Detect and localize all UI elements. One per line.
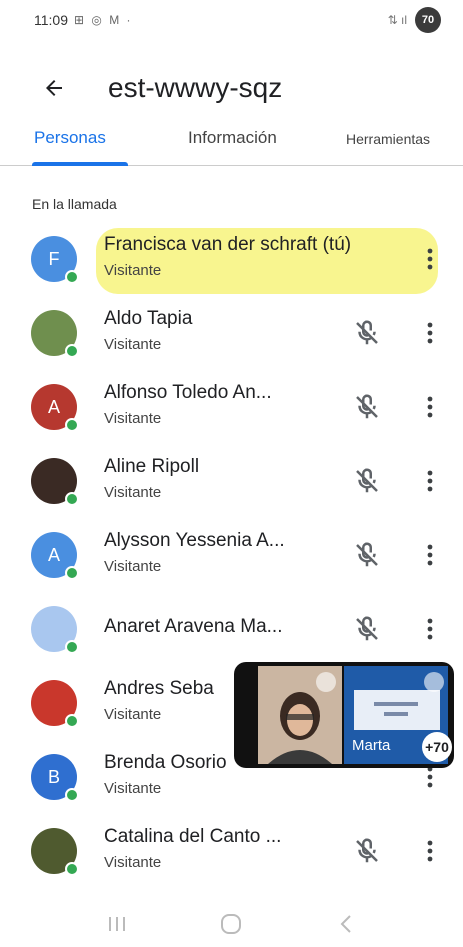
self-video-tile[interactable]: Tú <box>258 666 342 764</box>
participant-role: Visitante <box>104 706 162 723</box>
participant-row[interactable]: Catalina del Canto ... Visitante <box>0 814 463 888</box>
participant-role: Visitante <box>104 484 162 501</box>
participant-name: Andres Seba <box>104 678 214 699</box>
participant-name: Anaret Aravena Ma... <box>104 616 283 637</box>
arrow-left-icon <box>46 80 62 96</box>
mic-off-icon[interactable] <box>352 540 382 570</box>
meeting-code-title: est-wwwy-sqz <box>108 72 283 103</box>
participant-avatar: F <box>31 236 79 284</box>
participant-avatar <box>31 458 79 506</box>
participant-name: Aline Ripoll <box>104 456 200 477</box>
participant-avatar: A <box>31 384 79 432</box>
participant-role: Visitante <box>104 336 162 353</box>
recent-apps-button[interactable] <box>97 909 137 939</box>
picture-in-picture[interactable]: Tú Marta +70 <box>234 662 454 768</box>
participant-name: Catalina del Canto ... <box>104 826 282 847</box>
participant-role: Visitante <box>104 854 162 871</box>
online-status-dot <box>65 344 79 358</box>
participant-avatar <box>31 828 79 876</box>
participant-info: Catalina del Canto ... Visitante <box>104 826 281 871</box>
participant-row[interactable]: A Alfonso Toledo An... Visitante <box>0 370 463 444</box>
participant-row[interactable]: A Alysson Yessenia A... Visitante <box>0 518 463 592</box>
tab-bar: Personas Información Herramientas <box>0 118 463 166</box>
mic-off-icon <box>424 672 444 692</box>
participant-row[interactable]: Anaret Aravena Ma... <box>0 592 463 666</box>
avatar-initial: B <box>47 766 60 787</box>
avatar-initial: F <box>48 248 60 269</box>
home-icon <box>221 913 242 934</box>
participant-info: Anaret Aravena Ma... <box>104 616 283 638</box>
participant-info: Alysson Yessenia A... Visitante <box>104 530 285 575</box>
section-label: En la llamada <box>32 196 117 212</box>
more-vert-icon[interactable] <box>420 318 440 348</box>
online-status-dot <box>65 714 79 728</box>
participant-name: Francisca van der schraft (tú) <box>104 234 352 255</box>
recent-apps-icon <box>109 916 126 931</box>
system-nav-bar <box>0 900 463 947</box>
signal-icon: ⇅ ıl <box>387 13 407 27</box>
online-status-dot <box>65 566 79 580</box>
mic-off-icon[interactable] <box>352 318 382 348</box>
participant-info: Francisca van der schraft (tú) Visitante <box>104 234 351 279</box>
more-vert-icon[interactable] <box>420 614 440 644</box>
participant-avatar <box>31 680 79 728</box>
avatar-initial: A <box>47 396 60 417</box>
participant-avatar: B <box>31 754 79 802</box>
more-vert-icon[interactable] <box>420 392 440 422</box>
participant-info: Brenda Osorio Visitante <box>104 752 227 797</box>
participant-avatar: A <box>31 532 79 580</box>
mic-off-icon[interactable] <box>352 392 382 422</box>
more-vert-icon[interactable] <box>420 244 440 274</box>
tab-herramientas[interactable]: Herramientas <box>346 131 430 147</box>
participant-info: Aldo Tapia Visitante <box>104 308 192 353</box>
more-vert-icon[interactable] <box>420 836 440 866</box>
participant-role: Visitante <box>104 262 162 279</box>
participant-avatar <box>31 310 79 358</box>
participant-info: Alfonso Toledo An... Visitante <box>104 382 272 427</box>
participant-info: Andres Seba Visitante <box>104 678 214 723</box>
participant-row[interactable]: Aline Ripoll Visitante <box>0 444 463 518</box>
app-bar: est-wwwy-sqz <box>0 58 463 118</box>
online-status-dot <box>65 418 79 432</box>
online-status-dot <box>65 640 79 654</box>
participant-row[interactable]: F Francisca van der schraft (tú) Visitante <box>0 222 463 296</box>
participant-name: Aldo Tapia <box>104 308 193 329</box>
mic-off-icon[interactable] <box>352 836 382 866</box>
back-nav-button[interactable] <box>326 909 366 939</box>
participant-avatar <box>31 606 79 654</box>
participant-name: Brenda Osorio <box>104 752 227 773</box>
participant-row[interactable]: Aldo Tapia Visitante <box>0 296 463 370</box>
tab-informacion[interactable]: Información <box>188 128 277 148</box>
mic-off-icon <box>316 672 336 692</box>
extra-participants-badge: +70 <box>422 732 452 762</box>
marta-label: Marta <box>352 737 391 754</box>
home-button[interactable] <box>211 909 251 939</box>
battery-icon: 70 <box>415 7 441 33</box>
participant-list: F Francisca van der schraft (tú) Visitante… <box>0 222 463 888</box>
participant-role: Visitante <box>104 558 162 575</box>
online-status-dot <box>65 270 79 284</box>
mic-off-icon[interactable] <box>352 466 382 496</box>
online-status-dot <box>65 492 79 506</box>
online-status-dot <box>65 788 79 802</box>
participant-role: Visitante <box>104 410 162 427</box>
participant-name: Alfonso Toledo An... <box>104 382 272 403</box>
participant-name: Alysson Yessenia A... <box>104 530 285 551</box>
status-time: 11:09 <box>34 12 68 28</box>
active-tab-indicator <box>32 162 128 166</box>
back-button[interactable] <box>42 68 82 108</box>
more-vert-icon[interactable] <box>420 466 440 496</box>
chevron-left-icon <box>340 914 351 933</box>
avatar-initial: A <box>47 544 60 565</box>
notification-icons: ⊞ ◎ M · <box>74 13 133 27</box>
tab-personas[interactable]: Personas <box>34 128 106 148</box>
participant-role: Visitante <box>104 780 162 797</box>
status-left: 11:09 ⊞ ◎ M · <box>34 12 133 28</box>
more-vert-icon[interactable] <box>420 540 440 570</box>
online-status-dot <box>65 862 79 876</box>
mic-off-icon[interactable] <box>352 614 382 644</box>
status-right: ⇅ ıl 70 <box>388 7 441 33</box>
status-bar: 11:09 ⊞ ◎ M · ⇅ ıl 70 <box>0 0 463 40</box>
participant-info: Aline Ripoll Visitante <box>104 456 199 501</box>
